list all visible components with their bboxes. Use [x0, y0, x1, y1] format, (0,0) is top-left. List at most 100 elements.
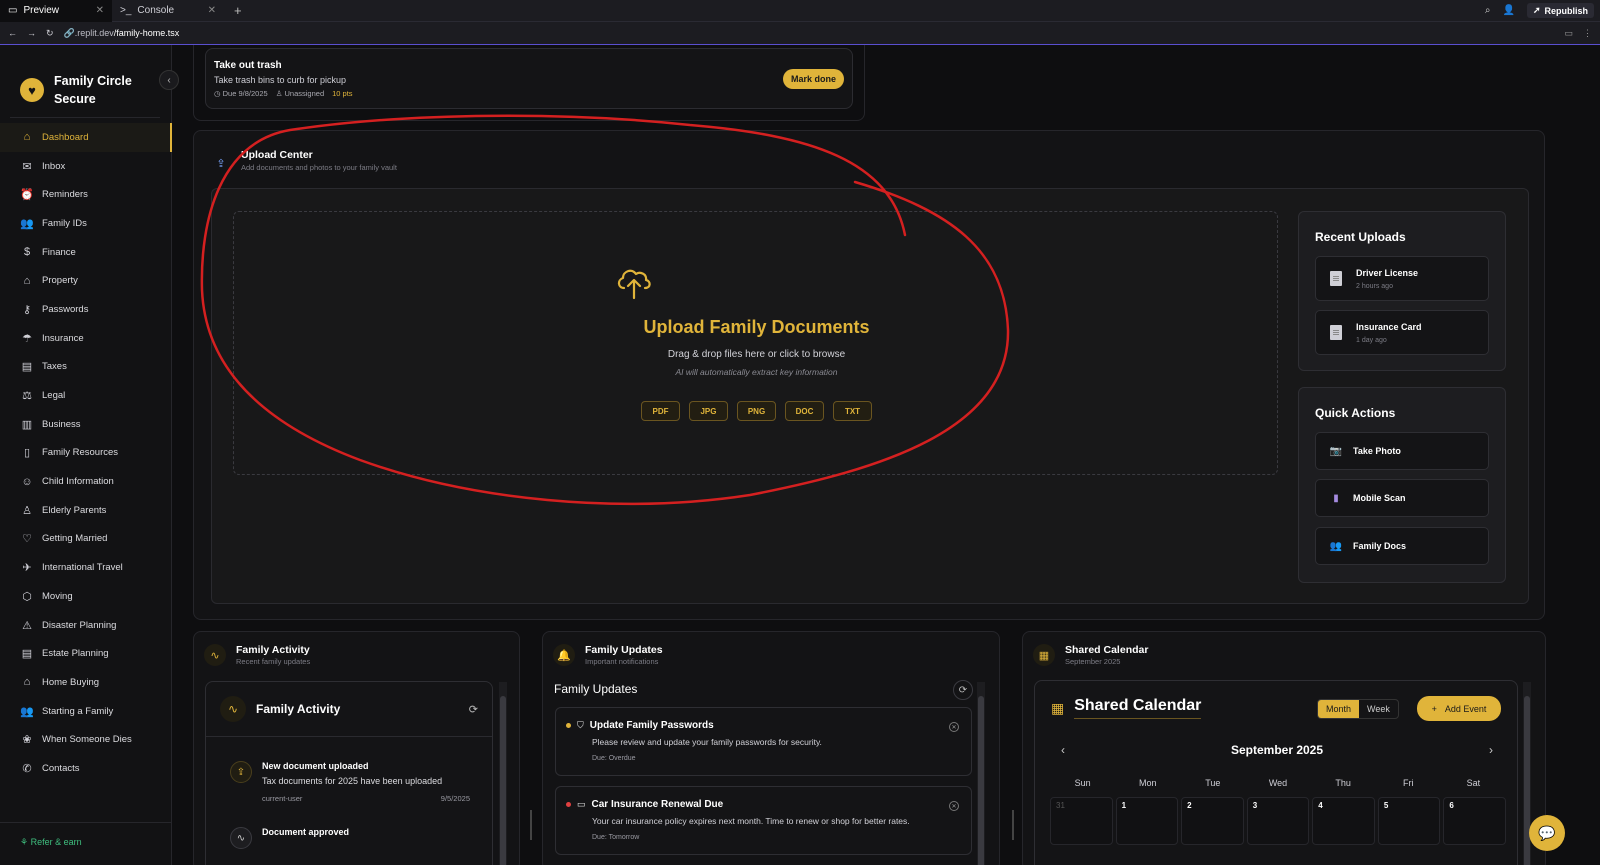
- back-icon[interactable]: ←: [8, 28, 17, 38]
- sidebar-item-when-someone-dies[interactable]: ❀ When Someone Dies: [0, 725, 172, 754]
- chevron-left-icon[interactable]: ‹: [1035, 743, 1091, 757]
- refer-earn-link[interactable]: ⚘ Refer & earn: [0, 822, 172, 848]
- scale-icon: ⚖: [22, 390, 32, 403]
- scrollbar[interactable]: [977, 682, 985, 865]
- sidebar-item-family-ids[interactable]: 👥 Family IDs: [0, 209, 172, 238]
- more-icon[interactable]: ⋮: [1583, 28, 1592, 39]
- chore-points: 10 pts: [332, 89, 353, 98]
- sidebar-nav: ⌂ Dashboard ✉ Inbox ⏰ Reminders 👥 Family IDs…: [0, 123, 172, 783]
- close-icon[interactable]: ✕: [208, 5, 216, 16]
- file-dropzone[interactable]: Upload Family Documents Drag & drop file…: [233, 211, 1278, 475]
- dismiss-icon[interactable]: ✕: [949, 722, 959, 732]
- sidebar-item-estate-planning[interactable]: ▤ Estate Planning: [0, 639, 172, 668]
- refresh-icon[interactable]: ⟳: [469, 703, 478, 716]
- mark-done-button[interactable]: Mark done: [782, 69, 844, 89]
- priority-dot: [566, 802, 571, 807]
- card-header: 🔔 Family Updates Important notifications: [553, 644, 663, 666]
- reload-icon[interactable]: ↻: [46, 28, 54, 39]
- sidebar-item-passwords[interactable]: ⚷ Passwords: [0, 295, 172, 324]
- activity-item: ⇪ New document uploaded Tax documents fo…: [206, 761, 492, 803]
- pulse-icon: ∿: [204, 644, 226, 666]
- family-activity-card: ∿ Family Activity Recent family updates …: [193, 631, 520, 865]
- shared-calendar-card: ▦ Shared Calendar September 2025 ▦ Share…: [1022, 631, 1546, 865]
- scrollbar-thumb[interactable]: [500, 696, 506, 865]
- sidebar-item-business[interactable]: ▥ Business: [0, 410, 172, 439]
- sidebar-item-starting-a-family[interactable]: 👥 Starting a Family: [0, 697, 172, 726]
- pulse-icon: ∿: [220, 696, 246, 722]
- sidebar-item-legal[interactable]: ⚖ Legal: [0, 381, 172, 410]
- sidebar-item-taxes[interactable]: ▤ Taxes: [0, 353, 172, 382]
- calendar-day[interactable]: 31: [1050, 797, 1113, 845]
- sidebar-item-inbox[interactable]: ✉ Inbox: [0, 152, 172, 181]
- update-item[interactable]: ▭ Car Insurance Renewal Due Your car ins…: [555, 786, 972, 855]
- add-event-button[interactable]: + Add Event: [1417, 696, 1501, 721]
- file-type-chip: TXT: [833, 401, 872, 421]
- tab-preview[interactable]: ▭ Preview ✕: [0, 0, 112, 22]
- upload-icon: ⇪: [216, 157, 226, 170]
- plane-icon: ✈: [22, 562, 32, 575]
- upload-center-header: ⇪ Upload Center Add documents and photos…: [211, 149, 397, 173]
- sidebar-item-home-buying[interactable]: ⌂ Home Buying: [0, 668, 172, 697]
- calendar-day[interactable]: 3: [1246, 797, 1310, 845]
- sidebar-item-getting-married[interactable]: ♡ Getting Married: [0, 525, 172, 554]
- recent-upload-item[interactable]: Driver License 2 hours ago: [1315, 256, 1489, 301]
- sidebar-item-property[interactable]: ⌂ Property: [0, 266, 172, 295]
- scrollbar-thumb[interactable]: [978, 696, 984, 865]
- recent-upload-item[interactable]: Insurance Card 1 day ago: [1315, 310, 1489, 355]
- dollar-icon: $: [23, 246, 31, 259]
- file-type-chip: JPG: [689, 401, 728, 421]
- sidebar-item-reminders[interactable]: ⏰ Reminders: [0, 180, 172, 209]
- new-tab-button[interactable]: +: [224, 3, 252, 18]
- calendar-day[interactable]: 4: [1312, 797, 1375, 845]
- tab-console[interactable]: >_ Console ✕: [112, 0, 224, 22]
- sidebar-item-finance[interactable]: $ Finance: [0, 238, 172, 267]
- file-type-chips: PDF JPG PNG DOC TXT: [234, 401, 1279, 421]
- inbox-icon: ✉: [22, 160, 32, 173]
- take-photo-button[interactable]: 📷 Take Photo: [1315, 432, 1489, 470]
- sidebar-item-insurance[interactable]: ☂ Insurance: [0, 324, 172, 353]
- sidebar-item-contacts[interactable]: ✆ Contacts: [0, 754, 172, 783]
- user-icon: ♙: [275, 89, 285, 98]
- url-field[interactable]: 🔗.replit.dev/family-home.tsx: [64, 28, 180, 39]
- family-docs-button[interactable]: 👥 Family Docs: [1315, 527, 1489, 565]
- sidebar-item-dashboard[interactable]: ⌂ Dashboard: [0, 123, 172, 152]
- home-icon: ⌂: [23, 676, 31, 689]
- invite-user-icon[interactable]: 👤: [1502, 5, 1514, 16]
- republish-button[interactable]: ➚ Republish: [1526, 3, 1594, 18]
- sidebar-item-disaster-planning[interactable]: ⚠ Disaster Planning: [0, 611, 172, 640]
- calendar-day[interactable]: 1: [1115, 797, 1179, 845]
- scrollbar-thumb[interactable]: [1524, 696, 1530, 865]
- scrollbar[interactable]: [499, 682, 507, 865]
- sidebar-item-moving[interactable]: ⬡ Moving: [0, 582, 172, 611]
- pulse-icon: ∿: [230, 827, 252, 849]
- chevron-right-icon[interactable]: ›: [1463, 743, 1519, 757]
- calendar-day[interactable]: 5: [1377, 797, 1441, 845]
- monitor-icon: ▭: [8, 5, 18, 16]
- sidebar-item-family-resources[interactable]: ▯ Family Resources: [0, 439, 172, 468]
- family-icon: 👥: [20, 705, 34, 718]
- devices-icon[interactable]: ▭: [1564, 28, 1573, 39]
- forward-icon[interactable]: →: [27, 28, 36, 38]
- sidebar-item-elderly-parents[interactable]: ♙ Elderly Parents: [0, 496, 172, 525]
- card-header: ▦ Shared Calendar September 2025: [1033, 644, 1148, 666]
- rocket-icon: ➚: [1532, 5, 1541, 15]
- close-icon[interactable]: ✕: [96, 5, 104, 16]
- mobile-scan-button[interactable]: ▮ Mobile Scan: [1315, 479, 1489, 517]
- calendar-widget: ▦ Shared Calendar Month Week + Add Event…: [1034, 680, 1518, 865]
- search-icon[interactable]: ⌕: [1485, 5, 1491, 16]
- upload-icon: ⇪: [230, 761, 252, 783]
- update-item[interactable]: ⛉ Update Family Passwords Please review …: [555, 707, 972, 776]
- phone-icon: ✆: [22, 762, 32, 775]
- sidebar-item-international-travel[interactable]: ✈ International Travel: [0, 553, 172, 582]
- key-icon: ⚷: [22, 303, 32, 316]
- week-view-button[interactable]: Week: [1359, 700, 1398, 718]
- sidebar-item-child-information[interactable]: ☺ Child Information: [0, 467, 172, 496]
- month-view-button[interactable]: Month: [1318, 700, 1360, 718]
- dismiss-icon[interactable]: ✕: [949, 801, 959, 811]
- refresh-icon[interactable]: ⟳: [953, 680, 973, 700]
- bell-icon: 🔔: [553, 644, 575, 666]
- chat-button[interactable]: 💬: [1529, 815, 1565, 851]
- calendar-day[interactable]: 2: [1181, 797, 1244, 845]
- calendar-day[interactable]: 6: [1443, 797, 1506, 845]
- weekday-header: Sun Mon Tue Wed Thu Fri Sat: [1074, 778, 1481, 788]
